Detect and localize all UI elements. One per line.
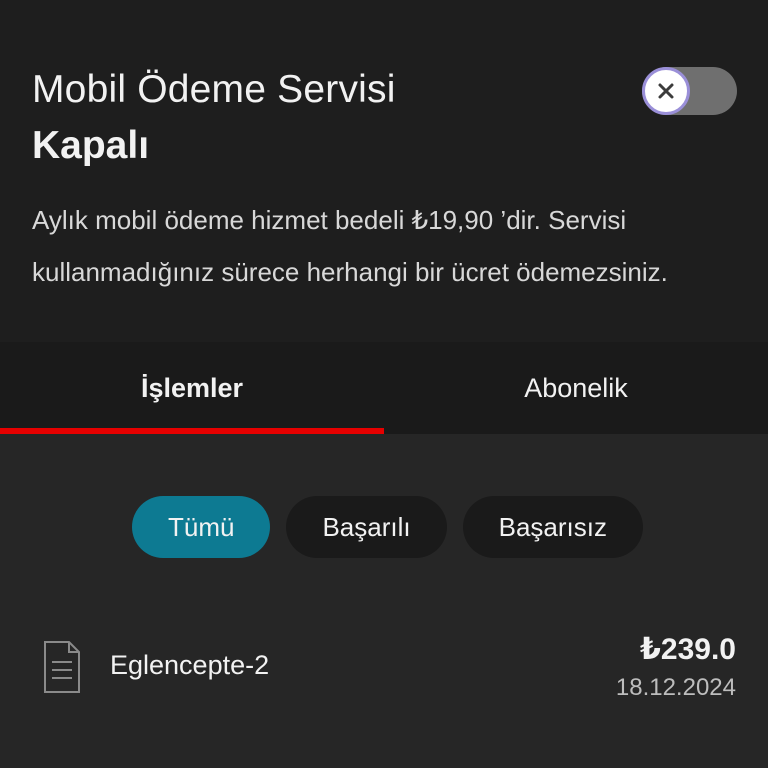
service-status: Kapalı (32, 124, 150, 167)
service-description: Aylık mobil ödeme hizmet bedeli ₺19,90 ’… (32, 205, 668, 287)
filter-chip-failed[interactable]: Başarısız (462, 496, 643, 558)
tab-abonelik[interactable]: Abonelik (384, 342, 768, 434)
filter-chips: Tümü Başarılı Başarısız (132, 496, 643, 558)
transaction-amount: ₺239.0 (640, 633, 736, 666)
toggle-knob[interactable] (642, 67, 690, 115)
filter-chip-successful[interactable]: Başarılı (286, 496, 447, 558)
transactions-panel: Tümü Başarılı Başarısız Eglencepte-2 ₺23… (0, 434, 768, 768)
close-icon (658, 83, 674, 99)
service-toggle[interactable] (642, 67, 737, 115)
document-icon (44, 641, 80, 693)
transaction-date: 18.12.2024 (615, 674, 736, 701)
service-header: Mobil Ödeme Servisi Kapalı Aylık mobil ö… (0, 0, 768, 342)
filter-chip-all[interactable]: Tümü (132, 496, 271, 558)
transaction-name: Eglencepte-2 (110, 650, 270, 680)
service-title: Mobil Ödeme Servisi (32, 68, 396, 111)
tab-bar: İşlemler Abonelik (0, 342, 768, 434)
tab-islemler[interactable]: İşlemler (0, 342, 384, 434)
transaction-row[interactable]: Eglencepte-2 ₺239.0 18.12.2024 (0, 630, 768, 720)
